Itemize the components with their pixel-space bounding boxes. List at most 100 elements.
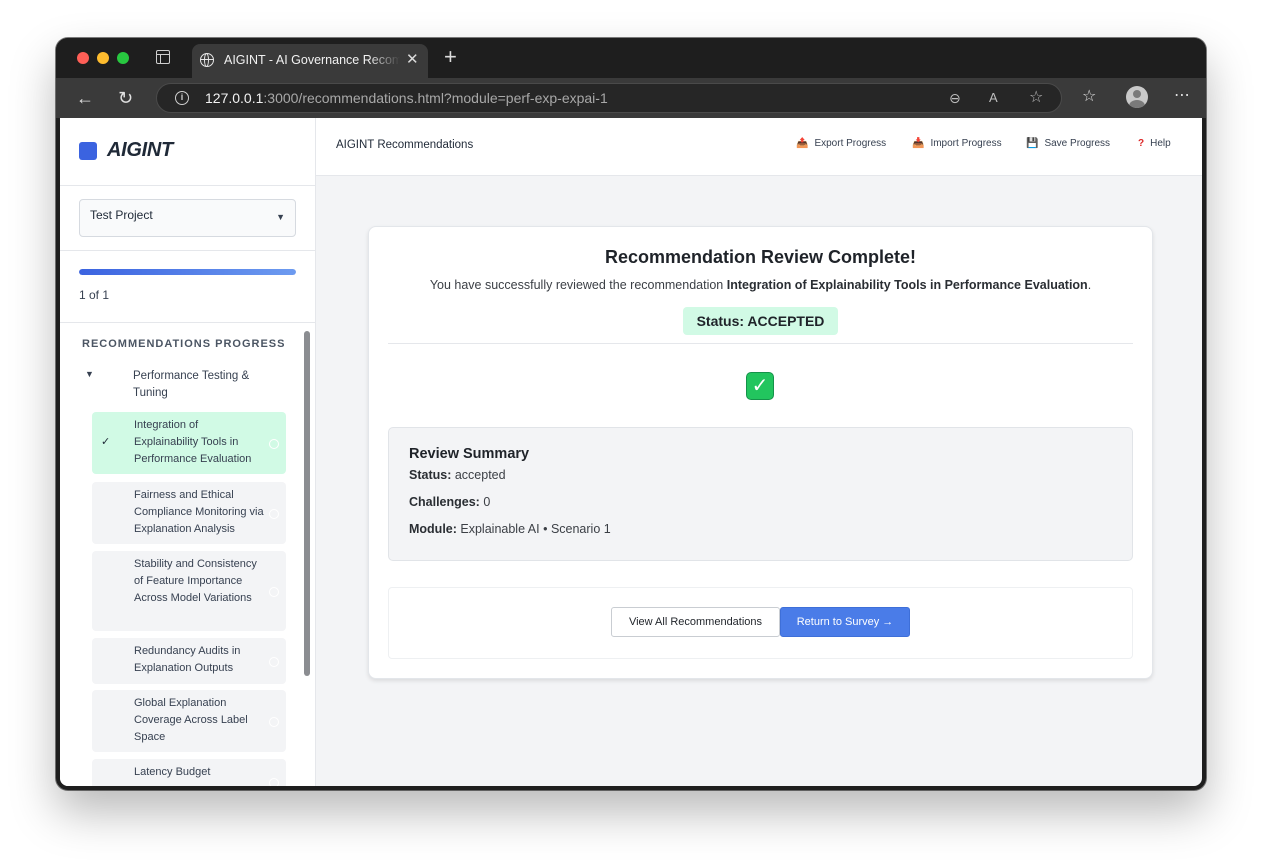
summary-challenges-value: 0 [479, 495, 491, 509]
logo-square-icon [79, 142, 97, 160]
import-progress-label: Import Progress [930, 138, 1002, 149]
recommendation-label: Redundancy Audits in Explanation Outputs [134, 645, 241, 674]
recommendation-item[interactable]: Redundancy Audits in Explanation Outputs [92, 638, 286, 684]
question-mark-icon: ? [1138, 138, 1145, 149]
recommendation-name: Integration of Explainability Tools in P… [726, 278, 1088, 292]
import-progress-button[interactable]: 📥 Import Progress [912, 138, 1002, 149]
tab-actions-icon[interactable] [156, 50, 170, 64]
recommendations-heading: RECOMMENDATIONS PROGRESS [82, 338, 286, 350]
description-suffix: . [1087, 278, 1092, 292]
summary-status-row: Status: accepted [409, 468, 506, 482]
page-title: AIGINT Recommendations [336, 139, 474, 151]
summary-module-row: Module: Explainable AI • Scenario 1 [409, 522, 611, 536]
chevron-down-icon: ▼ [276, 212, 285, 222]
sidebar-scrollbar[interactable] [304, 331, 310, 676]
help-button[interactable]: ? Help [1138, 138, 1171, 149]
recommendation-label: Stability and Consistency of Feature Imp… [134, 558, 257, 604]
recommendation-item[interactable]: Fairness and Ethical Compliance Monitori… [92, 482, 286, 544]
description-prefix: You have successfully reviewed the recom… [429, 278, 727, 292]
browser-toolbar: ← ↻ i 127.0.0.1:3000/recommendations.htm… [56, 78, 1206, 118]
url-host: 127.0.0.1 [205, 90, 264, 106]
recommendation-label: Latency Budget [134, 766, 211, 778]
review-complete-card: Recommendation Review Complete! You have… [368, 226, 1153, 679]
browser-tab[interactable]: AIGINT - AI Governance Recommendations ✕ [192, 44, 428, 78]
recommendation-label: Fairness and Ethical Compliance Monitori… [134, 489, 264, 535]
read-aloud-icon[interactable]: A [989, 90, 998, 106]
recommendation-label: Global Explanation Coverage Across Label… [134, 697, 248, 743]
recommendation-item[interactable]: Global Explanation Coverage Across Label… [92, 690, 286, 752]
recommendation-item[interactable]: Latency Budget [92, 759, 286, 786]
project-selector-section: Test Project ▼ [60, 186, 315, 251]
summary-challenges-label: Challenges: [409, 495, 480, 509]
divider [388, 343, 1133, 344]
new-tab-icon[interactable]: + [444, 46, 457, 68]
page-viewport: AIGINT Test Project ▼ 1 of 1 RECOMMENDAT… [60, 118, 1202, 786]
more-menu-icon[interactable]: ⋯ [1174, 86, 1191, 106]
summary-status-value: accepted [451, 468, 506, 482]
group-collapse-icon[interactable]: ▼ [85, 369, 94, 379]
group-label[interactable]: Performance Testing & Tuning [133, 368, 273, 402]
card-actions: View All Recommendations Return to Surve… [388, 587, 1133, 659]
summary-status-label: Status: [409, 468, 452, 482]
card-description: You have successfully reviewed the recom… [369, 278, 1152, 292]
status-badge: Status: ACCEPTED [683, 307, 838, 335]
back-arrow-icon[interactable]: ← [76, 88, 94, 108]
view-all-recommendations-button[interactable]: View All Recommendations [611, 607, 780, 637]
minimize-window-icon[interactable] [97, 52, 109, 64]
url-text[interactable]: 127.0.0.1:3000/recommendations.html?modu… [205, 90, 608, 106]
tab-strip: AIGINT - AI Governance Recommendations ✕… [56, 38, 1206, 78]
status-circle-icon [269, 778, 279, 786]
globe-icon [200, 53, 214, 67]
profile-avatar-icon[interactable] [1126, 86, 1148, 108]
status-circle-icon [269, 587, 279, 597]
summary-module-value: Explainable AI • Scenario 1 [456, 522, 611, 536]
recommendation-item[interactable]: ✓ Integration of Explainability Tools in… [92, 412, 286, 474]
save-progress-label: Save Progress [1044, 138, 1111, 149]
favorite-star-icon[interactable]: ☆ [1029, 90, 1043, 106]
url-path: :3000/recommendations.html?module=perf-e… [263, 90, 608, 106]
logo-row: AIGINT [60, 118, 315, 186]
browser-window: AIGINT - AI Governance Recommendations ✕… [56, 38, 1206, 790]
checkmark-icon: ✓ [101, 436, 111, 448]
check-mark-icon: ✓ [746, 372, 774, 400]
status-circle-icon [269, 439, 279, 449]
export-progress-label: Export Progress [814, 138, 887, 149]
save-progress-button[interactable]: 💾 Save Progress [1026, 138, 1110, 149]
zoom-out-icon[interactable]: ⊖ [949, 90, 961, 106]
main-content: AIGINT Recommendations 📤 Export Progress … [316, 118, 1202, 786]
import-icon: 📥 [912, 138, 925, 149]
progress-bar-fill [79, 269, 296, 275]
address-bar[interactable]: i 127.0.0.1:3000/recommendations.html?mo… [156, 83, 1062, 113]
site-info-icon[interactable]: i [175, 91, 189, 105]
export-icon: 📤 [796, 138, 809, 149]
progress-count: 1 of 1 [79, 288, 110, 302]
close-tab-icon[interactable]: ✕ [406, 52, 419, 68]
reload-icon[interactable]: ↻ [118, 88, 133, 108]
card-title: Recommendation Review Complete! [604, 247, 917, 267]
status-circle-icon [269, 717, 279, 727]
review-summary: Review Summary Status: accepted Challeng… [388, 427, 1133, 561]
sidebar: AIGINT Test Project ▼ 1 of 1 RECOMMENDAT… [60, 118, 316, 786]
favorites-icon[interactable]: ☆ [1082, 87, 1096, 107]
summary-module-label: Module: [409, 522, 457, 536]
tab-title: AIGINT - AI Governance Recommendations [224, 53, 400, 67]
help-label: Help [1150, 138, 1171, 149]
recommendation-item[interactable]: Stability and Consistency of Feature Imp… [92, 551, 286, 631]
top-header: AIGINT Recommendations 📤 Export Progress … [316, 118, 1202, 176]
maximize-window-icon[interactable] [117, 52, 129, 64]
project-select-value: Test Project [90, 208, 153, 222]
floppy-disk-icon: 💾 [1026, 138, 1039, 149]
summary-title: Review Summary [409, 446, 530, 462]
project-select[interactable]: Test Project ▼ [79, 199, 296, 237]
summary-challenges-row: Challenges: 0 [409, 495, 490, 509]
export-progress-button[interactable]: 📤 Export Progress [796, 138, 886, 149]
recommendation-label: Integration of Explainability Tools in P… [134, 419, 252, 465]
logo-text: AIGINT [107, 139, 173, 161]
progress-bar [79, 269, 296, 275]
status-circle-icon [269, 657, 279, 667]
progress-section: 1 of 1 [60, 251, 315, 323]
status-circle-icon [269, 509, 279, 519]
return-to-survey-button[interactable]: Return to Survey → [780, 607, 910, 637]
recommendations-list[interactable]: RECOMMENDATIONS PROGRESS ▼ Performance T… [60, 323, 315, 786]
close-window-icon[interactable] [77, 52, 89, 64]
